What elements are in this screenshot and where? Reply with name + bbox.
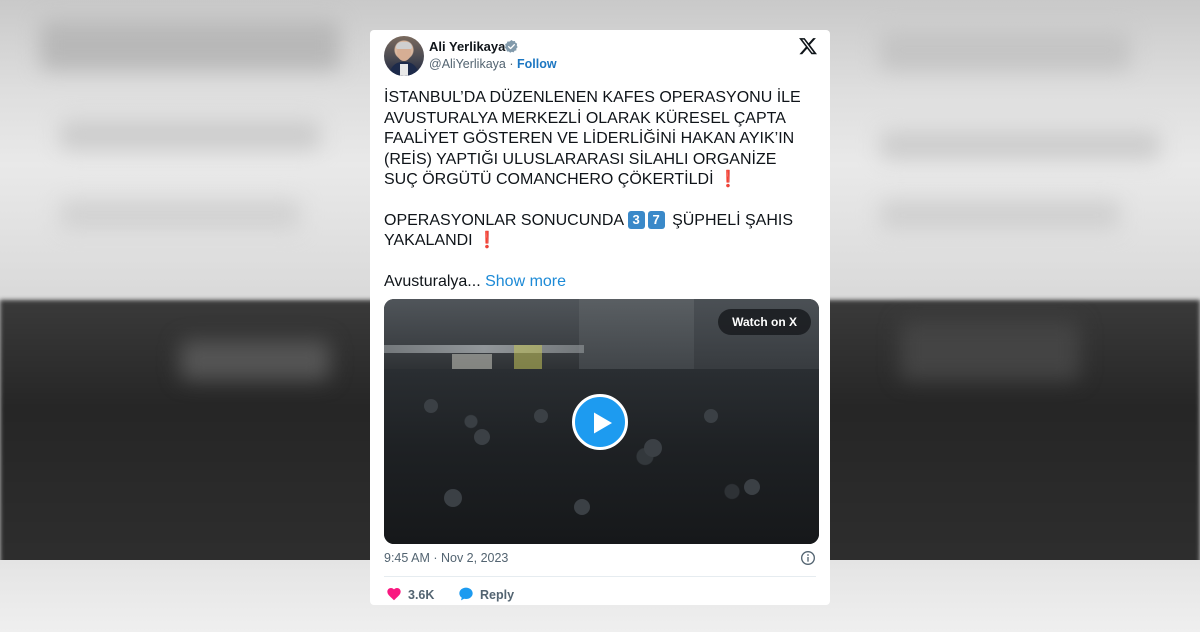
tweet-paragraph-1-text: İSTANBUL’DA DÜZENLENEN KAFES OPERASYONU … bbox=[384, 89, 801, 188]
avatar-shirt bbox=[400, 64, 408, 76]
show-more-link[interactable]: Show more bbox=[485, 273, 566, 290]
avatar[interactable] bbox=[384, 36, 424, 76]
tweet-paragraph-2: OPERASYONLAR SONUCUNDA 37 ŞÜPHELİ ŞAHIS … bbox=[384, 210, 814, 252]
background-blur-block bbox=[880, 30, 1130, 70]
video-frame-person bbox=[574, 499, 590, 515]
background-blur-block bbox=[900, 320, 1080, 380]
divider bbox=[384, 576, 816, 577]
background-blur-block bbox=[880, 130, 1160, 160]
tweet-card: Ali Yerlikaya @AliYerlikaya · Follow İST… bbox=[370, 30, 830, 605]
avatar-hair bbox=[396, 42, 412, 49]
verified-badge-icon bbox=[504, 39, 518, 53]
video-frame-person bbox=[424, 399, 438, 413]
background-blur-block bbox=[880, 200, 1120, 230]
video-frame-person bbox=[744, 479, 760, 495]
background-blur-block bbox=[180, 340, 330, 380]
handle-row: @AliYerlikaya · Follow bbox=[429, 57, 557, 71]
play-icon bbox=[594, 412, 612, 434]
background-blur-block bbox=[60, 120, 320, 150]
like-button[interactable]: 3.6K bbox=[386, 586, 434, 602]
video-frame-light bbox=[384, 345, 584, 353]
video-frame-person bbox=[704, 409, 718, 423]
tweet-paragraph-1: İSTANBUL’DA DÜZENLENEN KAFES OPERASYONU … bbox=[384, 88, 814, 191]
tweet-text: İSTANBUL’DA DÜZENLENEN KAFES OPERASYONU … bbox=[384, 88, 814, 312]
reply-label: Reply bbox=[480, 588, 515, 602]
author-handle[interactable]: @AliYerlikaya bbox=[429, 57, 506, 71]
background-blur-block bbox=[40, 20, 340, 70]
reply-bubble-icon bbox=[459, 587, 473, 601]
tweet-timestamp[interactable]: 9:45 AM · Nov 2, 2023 bbox=[384, 551, 508, 565]
reply-button[interactable]: Reply bbox=[458, 586, 514, 602]
video-frame-person bbox=[644, 439, 662, 457]
play-button[interactable] bbox=[572, 394, 628, 450]
keycap-digit: 3 bbox=[627, 210, 645, 229]
video-frame-person bbox=[474, 429, 490, 445]
like-count: 3.6K bbox=[408, 588, 435, 602]
tweet-truncated-line: Avusturalya... Show more bbox=[384, 272, 814, 293]
watch-on-x-button[interactable]: Watch on X bbox=[718, 309, 811, 335]
tweet-truncated-text: Avusturalya... bbox=[384, 272, 481, 290]
exclamation-icon: ❗ bbox=[477, 232, 497, 249]
background-blur-block bbox=[60, 200, 300, 230]
separator-dot: · bbox=[509, 57, 514, 71]
follow-button[interactable]: Follow bbox=[517, 57, 557, 71]
video-frame-person bbox=[444, 489, 462, 507]
exclamation-icon: ❗ bbox=[717, 171, 738, 188]
keycap-digit: 7 bbox=[647, 210, 665, 229]
tweet-paragraph-2-prefix: OPERASYONLAR SONUCUNDA bbox=[384, 211, 624, 229]
heart-icon bbox=[387, 588, 401, 601]
video-frame-person bbox=[534, 409, 548, 423]
x-logo-icon[interactable] bbox=[798, 36, 818, 56]
info-icon[interactable] bbox=[800, 550, 816, 566]
author-name[interactable]: Ali Yerlikaya bbox=[429, 39, 505, 54]
video-player[interactable]: Watch on X bbox=[384, 299, 819, 544]
